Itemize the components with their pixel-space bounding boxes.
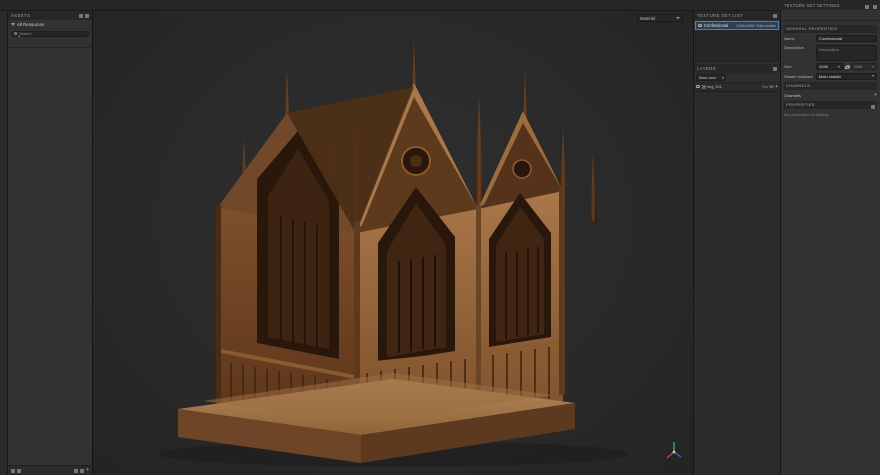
lock-icon[interactable] <box>845 66 849 69</box>
menu-bar <box>0 0 781 11</box>
name-label: Name <box>784 36 814 41</box>
name-field[interactable]: Confessional <box>816 35 877 42</box>
texture-set-row[interactable]: Confessional 2048x2048 Main shader <box>695 21 779 30</box>
channels-add-row: Channels + <box>784 92 877 100</box>
assets-dock-icon[interactable] <box>79 14 83 18</box>
description-label: Description <box>784 45 814 50</box>
close-icon[interactable] <box>873 5 877 9</box>
channel-filter-label: Base color <box>699 76 717 80</box>
texture-set-settings-panel: TEXTURE SET SETTINGS GENERAL PROPERTIES … <box>781 0 880 475</box>
texture-set-list-title: TEXTURE SET LIST <box>697 13 743 18</box>
properties-empty-text: No parameters to display <box>784 112 877 117</box>
texture-set-list-empty-area <box>695 30 779 62</box>
settings-panel-title: TEXTURE SET SETTINGS <box>784 3 840 8</box>
layers-footer-row[interactable]: img_001 Pas 90 + <box>694 83 780 92</box>
texture-set-name: Confessional <box>704 23 734 28</box>
tool-strip <box>0 11 8 475</box>
search-icon <box>14 32 17 35</box>
footer-blend-mode: Pas <box>762 85 768 89</box>
axis-gizmo[interactable] <box>663 441 685 463</box>
add-resource-button[interactable]: + <box>86 468 89 473</box>
visibility-eye-icon[interactable] <box>698 24 702 27</box>
chevron-down-icon <box>676 17 680 19</box>
shader-instance-dropdown[interactable]: Main shader <box>816 73 877 80</box>
image-thumb-icon <box>702 85 706 89</box>
chevron-down-icon <box>872 75 874 77</box>
layers-panel-header: LAYERS <box>694 64 780 73</box>
layers-panel-title: LAYERS <box>697 66 716 71</box>
settings-panel-header: TEXTURE SET SETTINGS <box>781 0 880 10</box>
channels-section: CHANNELS <box>784 82 877 90</box>
layers-toolbar: Base color <box>694 73 780 83</box>
assets-panel: ASSETS All Resources Search + <box>8 11 93 475</box>
assets-all-resources[interactable]: All Resources <box>8 20 92 29</box>
search-placeholder: Search <box>19 31 32 36</box>
settings-tabs <box>781 10 880 21</box>
settings-body: GENERAL PROPERTIES Name Confessional Des… <box>781 21 880 475</box>
general-properties-section: GENERAL PROPERTIES <box>784 25 877 33</box>
visibility-eye-icon[interactable] <box>696 85 700 88</box>
texture-set-shader: Main shader <box>756 24 776 28</box>
3d-viewport[interactable]: Material <box>93 11 693 475</box>
chevron-down-icon <box>11 23 15 26</box>
assets-list <box>8 48 92 465</box>
description-field[interactable]: Description <box>816 45 877 61</box>
add-layer-button[interactable]: + <box>775 84 778 90</box>
size-value: 4096 <box>819 64 828 69</box>
texture-set-list-header: TEXTURE SET LIST <box>694 11 780 20</box>
chevron-down-icon <box>838 66 840 68</box>
properties-section-title: PROPERTIES <box>786 102 815 107</box>
shader-instance-value: Main shader <box>819 74 841 79</box>
confessional-3d-model[interactable] <box>93 11 693 475</box>
shading-mode-dropdown[interactable]: Material <box>637 14 683 22</box>
general-properties-title: GENERAL PROPERTIES <box>786 26 837 31</box>
footer-opacity: 90 <box>769 85 773 89</box>
texture-set-list-menu-icon[interactable] <box>773 14 777 18</box>
list-view-icon[interactable] <box>74 469 78 473</box>
assets-search-row: Search <box>8 29 92 38</box>
size-dropdown[interactable]: 4096 <box>816 63 843 70</box>
all-resources-label: All Resources <box>17 22 44 27</box>
assets-footer: + <box>8 465 92 475</box>
properties-section: PROPERTIES <box>784 101 877 109</box>
name-value: Confessional <box>819 36 842 41</box>
substance-painter-window: ASSETS All Resources Search + <box>0 0 880 475</box>
channel-filter-dropdown[interactable]: Base color <box>696 74 726 81</box>
undock-icon[interactable] <box>865 5 869 9</box>
footer-layer-name: img_001 <box>707 85 760 89</box>
properties-gear-icon[interactable] <box>871 105 875 109</box>
size-dropdown-2[interactable]: 4096 <box>851 63 878 70</box>
size-value-2: 4096 <box>854 64 863 69</box>
assets-filter-bar <box>8 38 92 48</box>
search-input[interactable]: Search <box>11 31 89 37</box>
chevron-down-icon <box>722 77 724 79</box>
assets-panel-header: ASSETS <box>8 11 92 20</box>
assets-menu-icon[interactable] <box>85 14 89 18</box>
right-column: TEXTURE SET LIST Confessional 2048x2048 … <box>693 11 781 475</box>
shader-instance-label: Shader instance <box>784 74 814 79</box>
resources-updater-icon[interactable] <box>17 469 21 473</box>
channels-section-title: CHANNELS <box>786 83 810 88</box>
channels-label: Channels <box>784 93 872 98</box>
layers-menu-icon[interactable] <box>773 67 777 71</box>
layers-empty-area <box>694 92 780 475</box>
size-label: Size <box>784 64 814 69</box>
texture-set-resolution: 2048x2048 <box>736 24 754 28</box>
grid-view-icon[interactable] <box>80 469 84 473</box>
import-resources-icon[interactable] <box>11 469 15 473</box>
shading-mode-label: Material <box>640 16 655 21</box>
assets-panel-title: ASSETS <box>11 13 30 18</box>
chevron-down-icon <box>872 66 874 68</box>
